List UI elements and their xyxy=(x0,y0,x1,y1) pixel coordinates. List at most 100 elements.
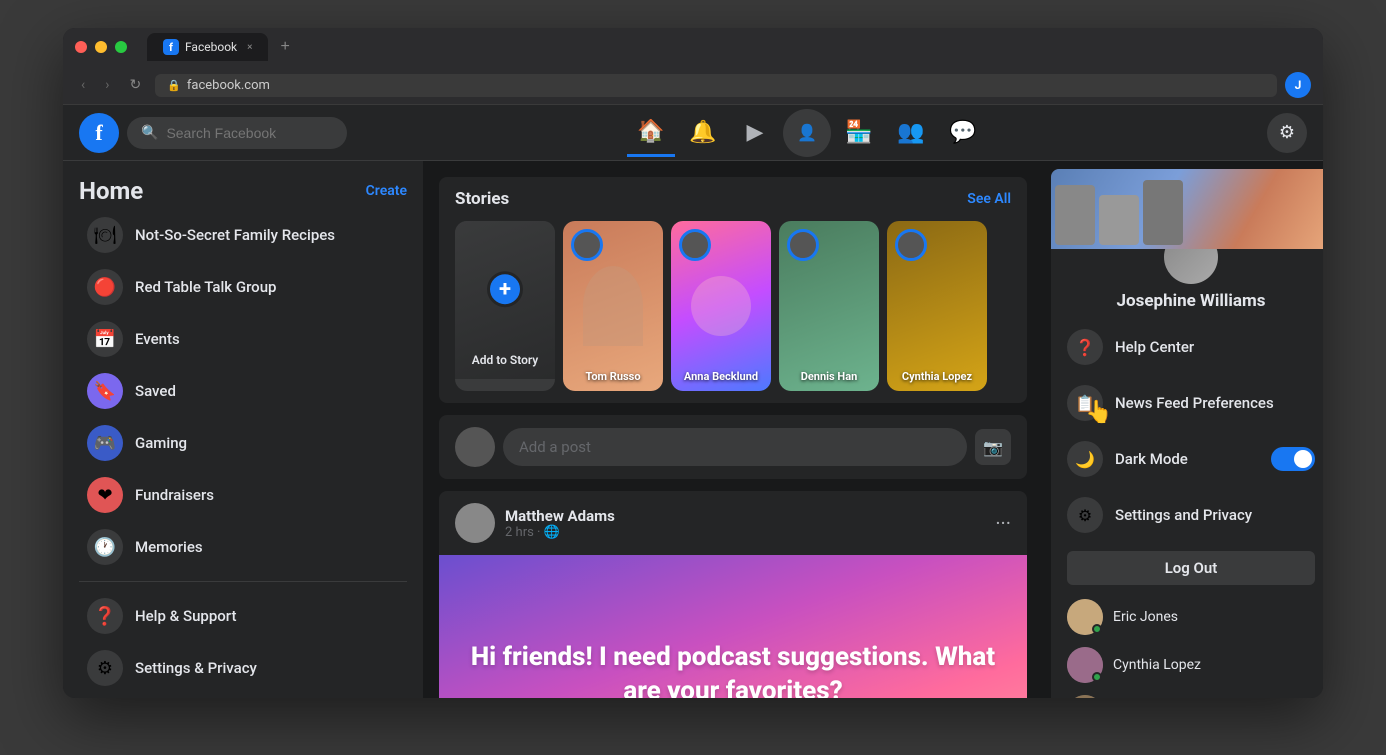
story-avatar-ring xyxy=(787,229,819,261)
see-all-stories-button[interactable]: See All xyxy=(967,191,1011,207)
sidebar-item-gaming[interactable]: 🎮 Gaming xyxy=(71,417,415,469)
sidebar-divider xyxy=(79,581,407,582)
nav-groups-button[interactable]: 👥 xyxy=(887,109,935,157)
story-card-tom-russo[interactable]: Tom Russo xyxy=(563,221,663,391)
nav-home-button[interactable]: 🏠 xyxy=(627,109,675,157)
sidebar-item-label: Fundraisers xyxy=(135,486,214,504)
add-post-bar: Add a post 📷 xyxy=(439,415,1027,479)
traffic-light-red[interactable] xyxy=(75,41,87,53)
profile-name-dropdown[interactable]: Josephine Williams xyxy=(1117,291,1266,311)
sidebar-item-label: Not-So-Secret Family Recipes xyxy=(135,226,335,244)
dark-mode-toggle[interactable] xyxy=(1271,447,1315,471)
friend-avatar-cynthia xyxy=(1067,647,1103,683)
search-input[interactable] xyxy=(166,125,326,141)
sidebar-item-settings[interactable]: ⚙ Settings & Privacy xyxy=(71,642,415,694)
sidebar-item-fundraisers[interactable]: ❤ Fundraisers xyxy=(71,469,415,521)
refresh-button[interactable]: ↻ xyxy=(123,75,147,95)
nav-marketplace-button[interactable]: 🏪 xyxy=(835,109,883,157)
forward-button[interactable]: › xyxy=(99,75,115,95)
back-button[interactable]: ‹ xyxy=(75,75,91,95)
sidebar-item-help-support[interactable]: ❓ Help & Support xyxy=(71,590,415,642)
sidebar-item-label: Gaming xyxy=(135,434,187,452)
browser-profile-avatar[interactable]: J xyxy=(1285,72,1311,98)
groups-icon: 👥 xyxy=(897,120,924,145)
story-name-0: Tom Russo xyxy=(563,370,663,383)
nav-bell-button[interactable]: 🔔 xyxy=(679,109,727,157)
stories-header: Stories See All xyxy=(455,189,1011,209)
post-author-avatar[interactable] xyxy=(455,503,495,543)
new-tab-button[interactable]: + xyxy=(272,34,297,60)
facebook-logo[interactable]: f xyxy=(79,113,119,153)
add-story-card[interactable]: + Add to Story xyxy=(455,221,555,391)
sidebar-item-red-table[interactable]: 🔴 Red Table Talk Group xyxy=(71,261,415,313)
nav-messenger-button[interactable]: 💬 xyxy=(939,109,987,157)
add-post-input[interactable]: Add a post xyxy=(503,428,967,466)
sidebar-item-label: Help & Support xyxy=(135,607,236,625)
sidebar-title: Home xyxy=(79,177,143,205)
traffic-light-yellow[interactable] xyxy=(95,41,107,53)
sidebar-item-memories[interactable]: 🕐 Memories xyxy=(71,521,415,573)
dropdown-item-darkmode[interactable]: 🌙 Dark Mode xyxy=(1051,431,1323,487)
sidebar-item-label: Memories xyxy=(135,538,203,556)
nav-watch-button[interactable]: ▶ xyxy=(731,109,779,157)
story-avatar-ring xyxy=(679,229,711,261)
sidebar-item-see-more[interactable]: ▼ See More xyxy=(71,694,415,698)
help-icon: ❓ xyxy=(87,598,123,634)
dropdown-item-newsfeed[interactable]: 📋 News Feed Preferences xyxy=(1051,375,1323,431)
stories-list: + Add to Story xyxy=(455,221,1011,391)
tab-label: Facebook xyxy=(185,40,237,54)
logout-button[interactable]: Log Out xyxy=(1067,551,1315,585)
search-bar[interactable]: 🔍 xyxy=(127,117,347,149)
sidebar-item-saved[interactable]: 🔖 Saved xyxy=(71,365,415,417)
add-story-label: Add to Story xyxy=(472,353,539,367)
sidebar-item-family-recipes[interactable]: 🍽 Not-So-Secret Family Recipes xyxy=(71,209,415,261)
traffic-light-green[interactable] xyxy=(115,41,127,53)
sidebar-item-label: Events xyxy=(135,330,180,348)
facebook-content: Home Create 🍽 Not-So-Secret Family Recip… xyxy=(63,161,1323,698)
friend-avatar-anna xyxy=(1067,695,1103,698)
dropdown-menu-panel: Josephine Williams ❓ Help Center 📋 News … xyxy=(1051,169,1323,698)
add-photo-button[interactable]: 📷 xyxy=(975,429,1011,465)
dropdown-item-settings[interactable]: ⚙ Settings and Privacy xyxy=(1051,487,1323,543)
friends-section: Eric Jones Cynthia Lopez xyxy=(1051,593,1323,698)
watch-icon: ▶ xyxy=(747,120,764,145)
story-card-anna[interactable]: Anna Becklund xyxy=(671,221,771,391)
newsfeed-icon: 📋 xyxy=(1067,385,1103,421)
nav-user-avatar[interactable]: 👤 xyxy=(783,109,831,157)
sidebar-item-events[interactable]: 📅 Events xyxy=(71,313,415,365)
friend-item-anna[interactable]: Anna Becklund xyxy=(1059,689,1323,698)
post-author-name[interactable]: Matthew Adams xyxy=(505,507,615,525)
current-user-avatar-sm xyxy=(455,427,495,467)
feed-area: Stories See All + Add to Story xyxy=(423,161,1043,698)
browser-addressbar: ‹ › ↻ 🔒 facebook.com J xyxy=(63,66,1323,105)
address-bar[interactable]: 🔒 facebook.com xyxy=(155,74,1277,97)
help-center-icon: ❓ xyxy=(1067,329,1103,365)
fundraisers-icon: ❤ xyxy=(87,477,123,513)
lock-icon: 🔒 xyxy=(167,79,181,92)
post-card: Matthew Adams 2 hrs · 🌐 ··· Hi friends! … xyxy=(439,491,1027,698)
browser-window: f Facebook × + ‹ › ↻ 🔒 facebook.com J f xyxy=(63,28,1323,698)
friend-avatar-eric xyxy=(1067,599,1103,635)
story-card-dennis[interactable]: Dennis Han xyxy=(779,221,879,391)
tab-close-btn[interactable]: × xyxy=(247,42,252,53)
friend-item-eric[interactable]: Eric Jones xyxy=(1059,593,1323,641)
url-text: facebook.com xyxy=(187,78,270,93)
story-card-cynthia[interactable]: Cynthia Lopez xyxy=(887,221,987,391)
settings-button[interactable]: ⚙ xyxy=(1267,113,1307,153)
add-story-plus-icon: + xyxy=(487,271,523,307)
toggle-switch[interactable] xyxy=(1271,447,1315,471)
gear-icon: ⚙ xyxy=(1279,122,1295,143)
friend-item-cynthia[interactable]: Cynthia Lopez xyxy=(1059,641,1323,689)
events-icon: 📅 xyxy=(87,321,123,357)
friend-name-cynthia: Cynthia Lopez xyxy=(1113,657,1201,673)
tab-facebook[interactable]: f Facebook × xyxy=(147,33,268,61)
post-more-button[interactable]: ··· xyxy=(995,511,1011,535)
sidebar-item-label: Saved xyxy=(135,382,176,400)
facebook-favicon: f xyxy=(163,39,179,55)
sidebar-create-button[interactable]: Create xyxy=(366,183,407,199)
stories-section: Stories See All + Add to Story xyxy=(439,177,1027,403)
post-time: 2 hrs · 🌐 xyxy=(505,525,615,540)
dropdown-item-help[interactable]: ❓ Help Center xyxy=(1051,319,1323,375)
post-image: Hi friends! I need podcast suggestions. … xyxy=(439,555,1027,698)
profile-info-row: Josephine Williams xyxy=(1051,249,1323,315)
